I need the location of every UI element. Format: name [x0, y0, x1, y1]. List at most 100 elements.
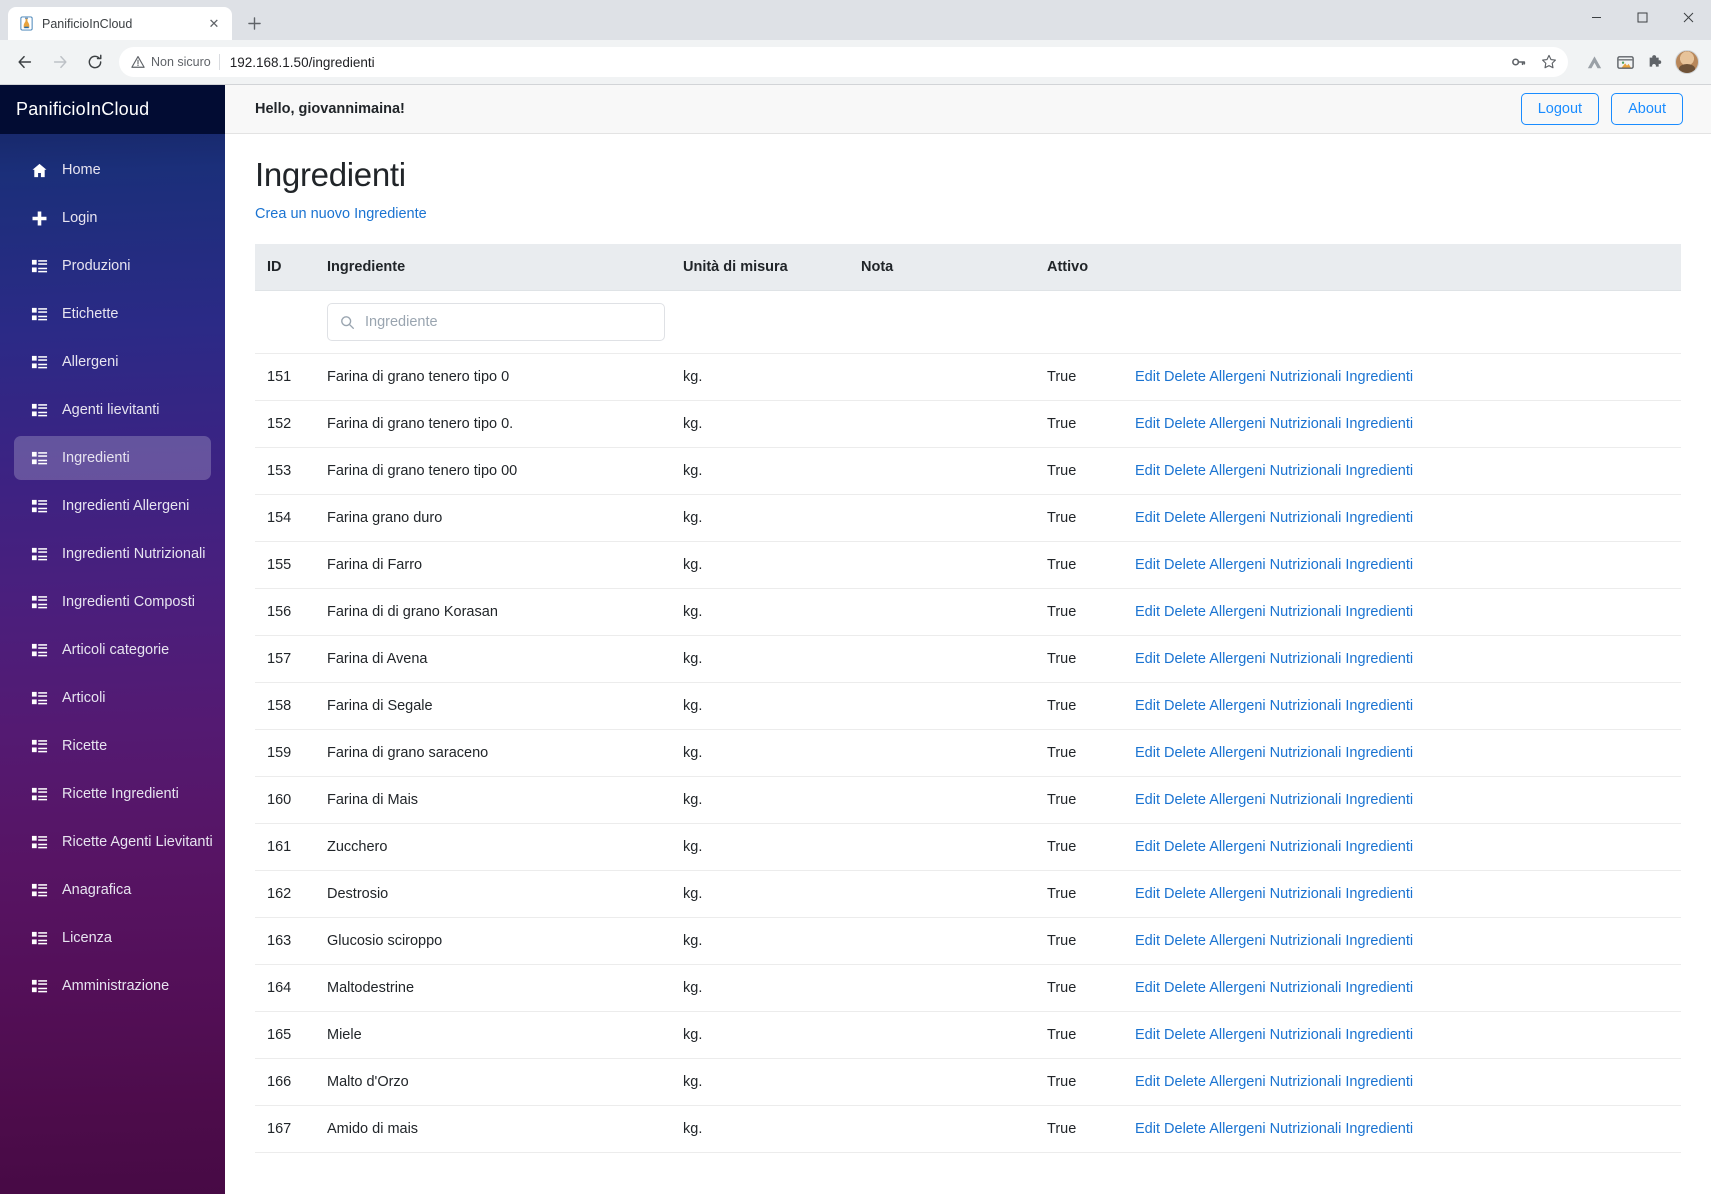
action-link-ingredienti[interactable]: Ingredienti: [1345, 839, 1413, 855]
address-bar[interactable]: Non sicuro 192.168.1.50/ingredienti: [119, 47, 1568, 77]
action-link-edit[interactable]: Edit: [1135, 886, 1160, 902]
action-link-nutrizionali[interactable]: Nutrizionali: [1270, 698, 1342, 714]
action-link-edit[interactable]: Edit: [1135, 416, 1160, 432]
forward-button[interactable]: [45, 47, 75, 77]
sidebar-item-articoli[interactable]: Articoli: [14, 676, 211, 720]
action-link-ingredienti[interactable]: Ingredienti: [1345, 510, 1413, 526]
action-link-edit[interactable]: Edit: [1135, 698, 1160, 714]
action-link-edit[interactable]: Edit: [1135, 839, 1160, 855]
column-header-nota[interactable]: Nota: [861, 244, 1047, 291]
action-link-allergeni[interactable]: Allergeni: [1209, 792, 1265, 808]
action-link-nutrizionali[interactable]: Nutrizionali: [1270, 933, 1342, 949]
back-button[interactable]: [10, 47, 40, 77]
sidebar-item-licenza[interactable]: Licenza: [14, 916, 211, 960]
action-link-ingredienti[interactable]: Ingredienti: [1345, 980, 1413, 996]
action-link-nutrizionali[interactable]: Nutrizionali: [1270, 651, 1342, 667]
star-icon[interactable]: [1536, 49, 1562, 75]
sidebar-brand[interactable]: PanificioInCloud: [0, 85, 225, 134]
action-link-delete[interactable]: Delete: [1164, 557, 1206, 573]
action-link-allergeni[interactable]: Allergeni: [1209, 557, 1265, 573]
window-close-button[interactable]: [1665, 0, 1711, 34]
action-link-delete[interactable]: Delete: [1164, 510, 1206, 526]
sidebar-item-ingredienti-allergeni[interactable]: Ingredienti Allergeni: [14, 484, 211, 528]
action-link-nutrizionali[interactable]: Nutrizionali: [1270, 1027, 1342, 1043]
action-link-edit[interactable]: Edit: [1135, 980, 1160, 996]
action-link-ingredienti[interactable]: Ingredienti: [1345, 604, 1413, 620]
action-link-ingredienti[interactable]: Ingredienti: [1345, 886, 1413, 902]
action-link-nutrizionali[interactable]: Nutrizionali: [1270, 369, 1342, 385]
action-link-nutrizionali[interactable]: Nutrizionali: [1270, 1121, 1342, 1137]
action-link-edit[interactable]: Edit: [1135, 745, 1160, 761]
sidebar-item-ingredienti-composti[interactable]: Ingredienti Composti: [14, 580, 211, 624]
sidebar-item-agenti-lievitanti[interactable]: Agenti lievitanti: [14, 388, 211, 432]
maximize-button[interactable]: [1619, 0, 1665, 34]
action-link-delete[interactable]: Delete: [1164, 1027, 1206, 1043]
action-link-nutrizionali[interactable]: Nutrizionali: [1270, 557, 1342, 573]
action-link-nutrizionali[interactable]: Nutrizionali: [1270, 792, 1342, 808]
action-link-allergeni[interactable]: Allergeni: [1209, 510, 1265, 526]
action-link-delete[interactable]: Delete: [1164, 463, 1206, 479]
sidebar-item-anagrafica[interactable]: Anagrafica: [14, 868, 211, 912]
action-link-edit[interactable]: Edit: [1135, 557, 1160, 573]
action-link-delete[interactable]: Delete: [1164, 839, 1206, 855]
action-link-allergeni[interactable]: Allergeni: [1209, 745, 1265, 761]
action-link-ingredienti[interactable]: Ingredienti: [1345, 792, 1413, 808]
action-link-delete[interactable]: Delete: [1164, 745, 1206, 761]
action-link-edit[interactable]: Edit: [1135, 510, 1160, 526]
action-link-ingredienti[interactable]: Ingredienti: [1345, 933, 1413, 949]
sidebar-item-ingredienti[interactable]: Ingredienti: [14, 436, 211, 480]
action-link-delete[interactable]: Delete: [1164, 886, 1206, 902]
action-link-ingredienti[interactable]: Ingredienti: [1345, 651, 1413, 667]
action-link-ingredienti[interactable]: Ingredienti: [1345, 1121, 1413, 1137]
action-link-allergeni[interactable]: Allergeni: [1209, 463, 1265, 479]
create-new-ingredient-link[interactable]: Crea un nuovo Ingrediente: [255, 206, 427, 222]
sidebar-item-etichette[interactable]: Etichette: [14, 292, 211, 336]
browser-tab[interactable]: PanificioInCloud ✕: [8, 7, 232, 40]
action-link-allergeni[interactable]: Allergeni: [1209, 1121, 1265, 1137]
action-link-allergeni[interactable]: Allergeni: [1209, 416, 1265, 432]
action-link-ingredienti[interactable]: Ingredienti: [1345, 369, 1413, 385]
action-link-allergeni[interactable]: Allergeni: [1209, 698, 1265, 714]
action-link-allergeni[interactable]: Allergeni: [1209, 980, 1265, 996]
action-link-allergeni[interactable]: Allergeni: [1209, 604, 1265, 620]
action-link-delete[interactable]: Delete: [1164, 698, 1206, 714]
action-link-delete[interactable]: Delete: [1164, 980, 1206, 996]
search-box[interactable]: [327, 303, 665, 341]
action-link-ingredienti[interactable]: Ingredienti: [1345, 416, 1413, 432]
tab-close-icon[interactable]: ✕: [206, 16, 222, 32]
action-link-nutrizionali[interactable]: Nutrizionali: [1270, 745, 1342, 761]
action-link-edit[interactable]: Edit: [1135, 1074, 1160, 1090]
action-link-edit[interactable]: Edit: [1135, 651, 1160, 667]
action-link-allergeni[interactable]: Allergeni: [1209, 839, 1265, 855]
action-link-delete[interactable]: Delete: [1164, 1121, 1206, 1137]
sidebar-item-amministrazione[interactable]: Amministrazione: [14, 964, 211, 1008]
column-header-attivo[interactable]: Attivo: [1047, 244, 1135, 291]
action-link-nutrizionali[interactable]: Nutrizionali: [1270, 416, 1342, 432]
action-link-edit[interactable]: Edit: [1135, 1027, 1160, 1043]
action-link-delete[interactable]: Delete: [1164, 369, 1206, 385]
action-link-ingredienti[interactable]: Ingredienti: [1345, 463, 1413, 479]
action-link-edit[interactable]: Edit: [1135, 604, 1160, 620]
action-link-ingredienti[interactable]: Ingredienti: [1345, 557, 1413, 573]
action-link-delete[interactable]: Delete: [1164, 933, 1206, 949]
action-link-edit[interactable]: Edit: [1135, 792, 1160, 808]
reload-button[interactable]: [80, 47, 110, 77]
action-link-edit[interactable]: Edit: [1135, 463, 1160, 479]
action-link-edit[interactable]: Edit: [1135, 1121, 1160, 1137]
action-link-delete[interactable]: Delete: [1164, 416, 1206, 432]
action-link-allergeni[interactable]: Allergeni: [1209, 651, 1265, 667]
action-link-edit[interactable]: Edit: [1135, 933, 1160, 949]
security-status[interactable]: Non sicuro: [131, 55, 211, 69]
action-link-ingredienti[interactable]: Ingredienti: [1345, 745, 1413, 761]
action-link-allergeni[interactable]: Allergeni: [1209, 933, 1265, 949]
sidebar-item-login[interactable]: Login: [14, 196, 211, 240]
sidebar-item-ricette-agenti-lievitanti[interactable]: Ricette Agenti Lievitanti: [14, 820, 213, 864]
action-link-delete[interactable]: Delete: [1164, 792, 1206, 808]
column-header-ingrediente[interactable]: Ingrediente: [327, 244, 683, 291]
about-button[interactable]: About: [1611, 93, 1683, 125]
action-link-delete[interactable]: Delete: [1164, 651, 1206, 667]
sidebar-item-articoli-categorie[interactable]: Articoli categorie: [14, 628, 211, 672]
column-header-unita[interactable]: Unità di misura: [683, 244, 861, 291]
app-window-icon[interactable]: [1611, 48, 1639, 76]
action-link-allergeni[interactable]: Allergeni: [1209, 369, 1265, 385]
